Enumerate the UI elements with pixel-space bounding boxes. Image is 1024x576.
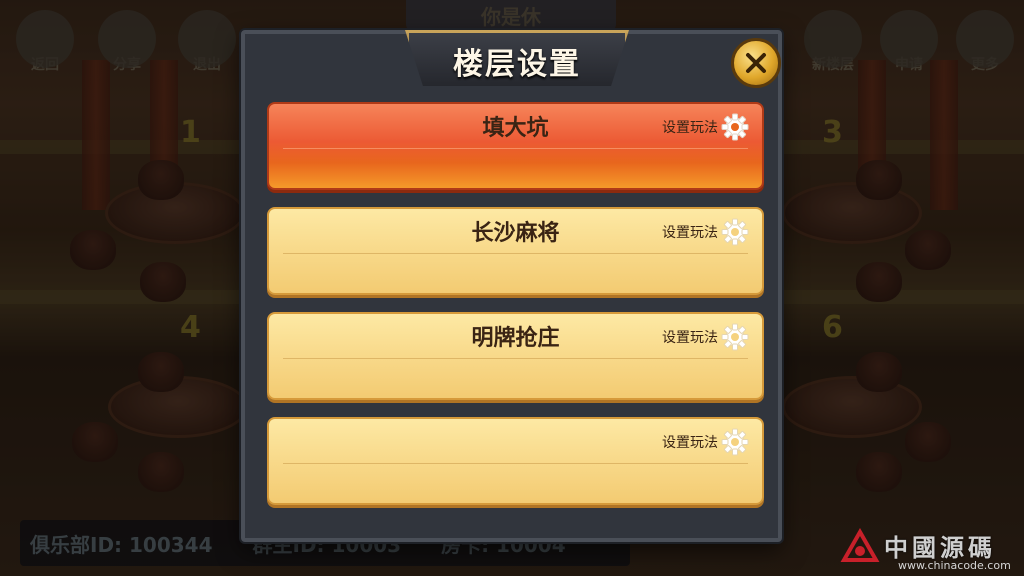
watermark-text: 中國源碼 bbox=[884, 534, 996, 562]
floor-settings-dialog: 楼层设置 填大坑 设置玩法 长沙麻将 设置玩法 明牌抢庄 设置玩法 设置玩法 bbox=[241, 30, 782, 542]
set-rules-button[interactable]: 设置玩法 bbox=[662, 322, 750, 352]
dialog-title-banner: 楼层设置 bbox=[405, 30, 629, 86]
gear-icon bbox=[721, 113, 749, 141]
close-icon bbox=[746, 53, 766, 73]
dialog-title: 楼层设置 bbox=[453, 47, 581, 82]
watermark-logo-icon bbox=[840, 528, 880, 562]
floor-row-4[interactable]: 设置玩法 bbox=[267, 417, 764, 505]
set-rules-label: 设置玩法 bbox=[662, 330, 718, 346]
set-rules-label: 设置玩法 bbox=[662, 225, 718, 241]
row-divider bbox=[283, 148, 748, 149]
set-rules-button[interactable]: 设置玩法 bbox=[662, 427, 750, 457]
set-rules-button[interactable]: 设置玩法 bbox=[662, 112, 750, 142]
set-rules-label: 设置玩法 bbox=[662, 120, 718, 136]
floor-row-2[interactable]: 长沙麻将 设置玩法 bbox=[267, 207, 764, 295]
row-divider bbox=[283, 463, 748, 464]
watermark: 中國源碼 www.chinacode.com bbox=[836, 528, 1022, 574]
watermark-url: www.chinacode.com bbox=[898, 559, 1011, 572]
row-divider bbox=[283, 358, 748, 359]
row-divider bbox=[283, 253, 748, 254]
gear-icon bbox=[721, 428, 749, 456]
floor-row-1[interactable]: 填大坑 设置玩法 bbox=[267, 102, 764, 190]
floor-row-3[interactable]: 明牌抢庄 设置玩法 bbox=[267, 312, 764, 400]
gear-icon bbox=[721, 218, 749, 246]
set-rules-button[interactable]: 设置玩法 bbox=[662, 217, 750, 247]
close-button[interactable] bbox=[731, 38, 781, 88]
gear-icon bbox=[721, 323, 749, 351]
set-rules-label: 设置玩法 bbox=[662, 435, 718, 451]
